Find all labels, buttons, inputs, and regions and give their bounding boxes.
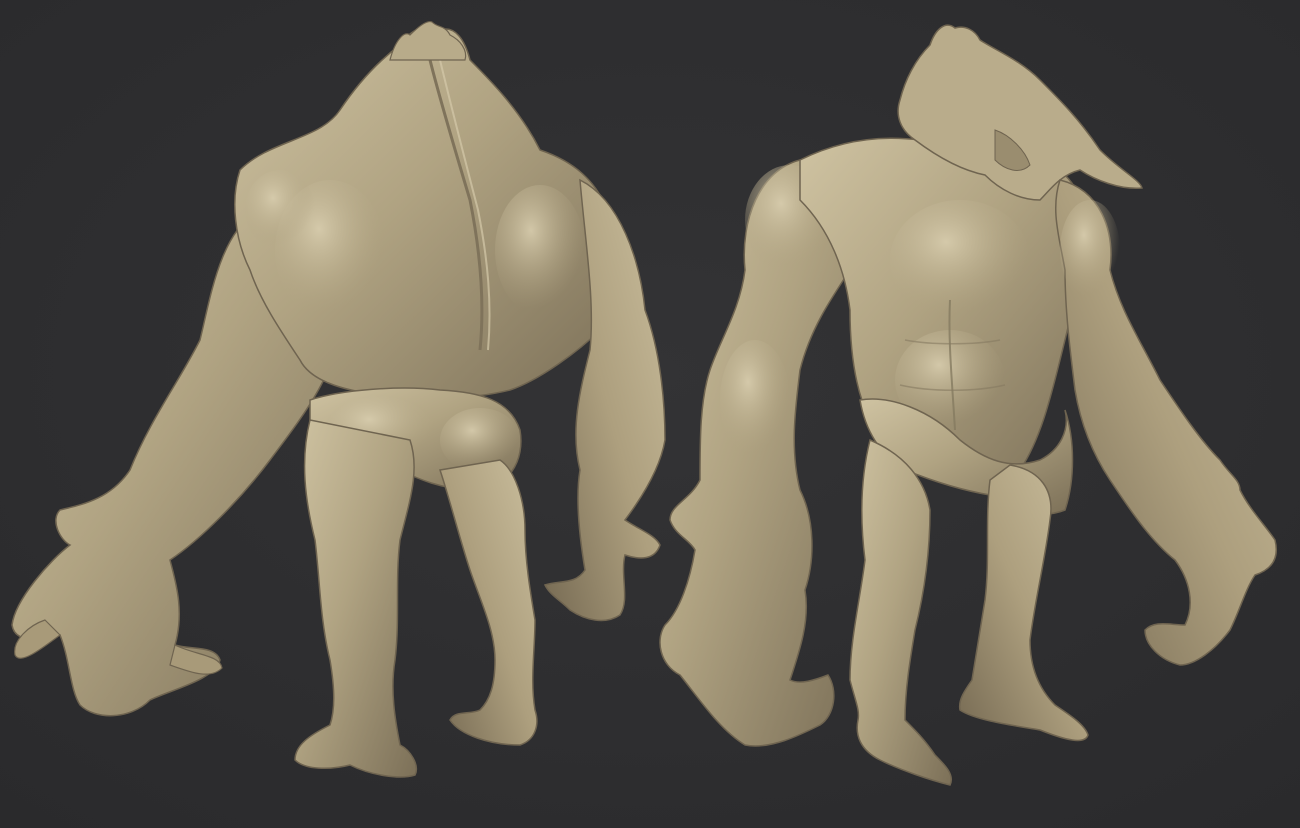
sculpt-viewport bbox=[0, 0, 1300, 828]
sculpt-render bbox=[0, 0, 1300, 828]
